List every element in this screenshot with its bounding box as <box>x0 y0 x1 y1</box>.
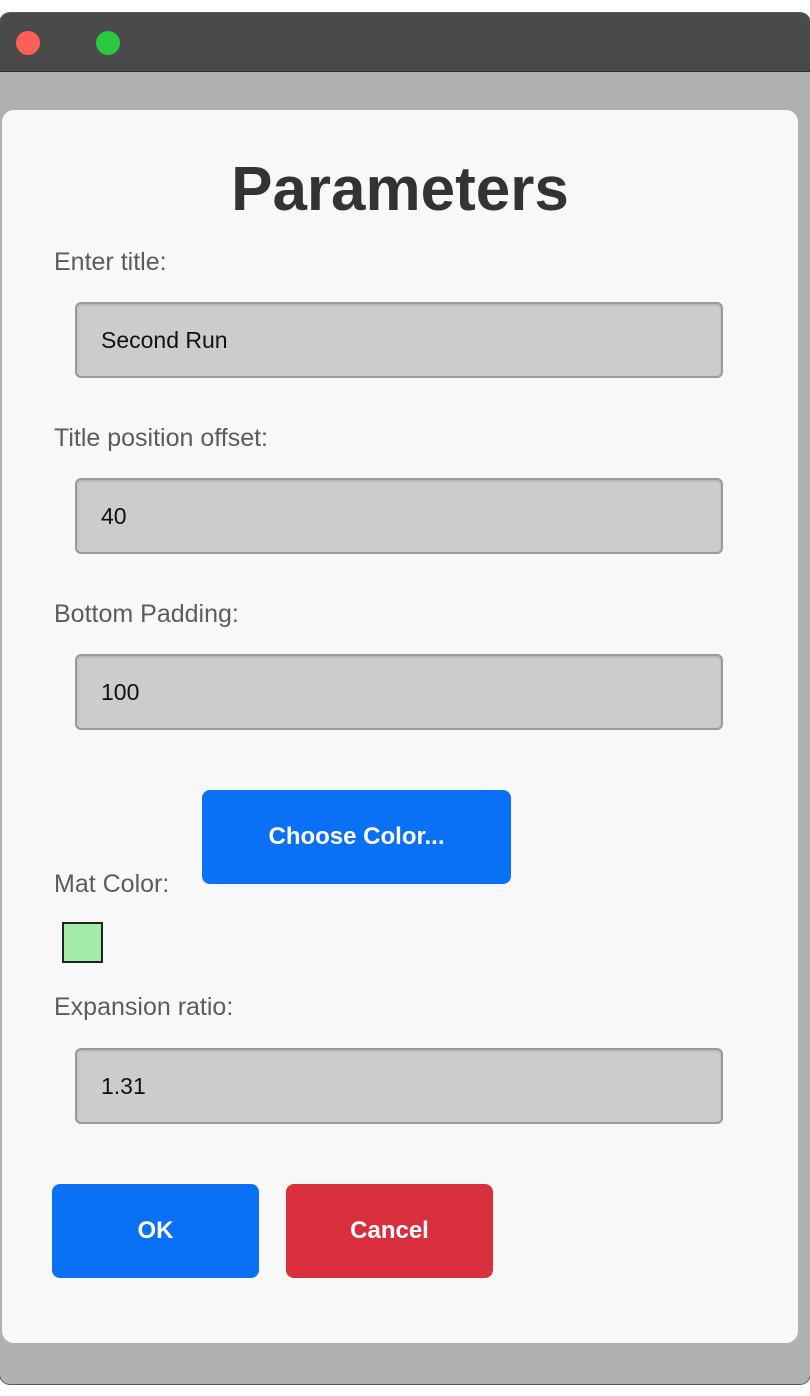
cancel-button[interactable]: Cancel <box>286 1184 493 1278</box>
title-label: Enter title: <box>54 248 167 276</box>
expansion-ratio-input[interactable] <box>75 1048 723 1124</box>
title-offset-input[interactable] <box>75 478 723 554</box>
bottom-padding-label: Bottom Padding: <box>54 600 239 628</box>
dialog-title: Parameters <box>231 155 569 224</box>
choose-color-button[interactable]: Choose Color... <box>202 790 511 884</box>
mat-color-swatch <box>62 922 103 963</box>
window-zoom-icon[interactable] <box>96 31 120 55</box>
title-offset-label: Title position offset: <box>54 424 269 452</box>
mat-color-label: Mat Color: <box>54 870 170 898</box>
title-input[interactable] <box>75 302 723 378</box>
window-close-icon[interactable] <box>16 31 40 55</box>
ok-button[interactable]: OK <box>52 1184 259 1278</box>
dialog-window: Parameters Enter title: Title position o… <box>0 13 810 1384</box>
window-titlebar[interactable] <box>0 13 810 72</box>
expansion-ratio-label: Expansion ratio: <box>54 993 234 1021</box>
bottom-padding-input[interactable] <box>75 654 723 730</box>
parameters-panel: Parameters Enter title: Title position o… <box>2 110 798 1343</box>
